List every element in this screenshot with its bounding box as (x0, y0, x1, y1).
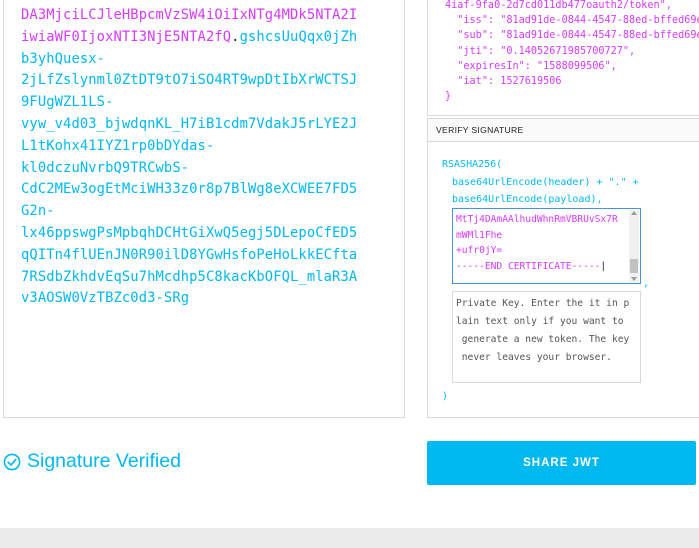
payload-key: "iat" (457, 76, 488, 88)
decoded-payload-json[interactable]: 4iaf-9fa0-2d7cd011db477oauth2/token", "i… (445, 0, 699, 104)
payload-cut-line: 4iaf-9fa0-2d7cd011db477oauth2/token", (445, 0, 672, 11)
cert-line: MtTj4DAmAAlhudWhnRmVBRUvSx7R (456, 214, 618, 225)
scrollbar-thumb[interactable] (630, 259, 638, 273)
encoded-signature-line: 9FUgWZL1LS- (21, 94, 114, 111)
check-circle-icon (3, 453, 21, 471)
verify-signature-title: VERIFY SIGNATURE (436, 125, 524, 135)
encoded-signature-line: 2jLfZslynml0ZtDT9tO7iSO4RT9wpDtIbXrWCTSJ (21, 72, 358, 89)
verify-signature-body: RSASHA256( base64UrlEncode(header) + "."… (427, 142, 699, 418)
encoded-token-panel[interactable]: DA3MjciLCJleHBpcmVzSW4iOiIxNTg4MDk5NTA2I… (3, 0, 405, 418)
encoded-signature-line: gshcsUuQqx0jZh (239, 28, 358, 45)
payload-value: "1588099506", (537, 60, 617, 72)
encoded-payload-line: DA3MjciLCJleHBpcmVzSW4iOiIxNTg4MDk5NTA2I (21, 7, 358, 23)
payload-encode-line: base64UrlEncode(payload), (452, 194, 603, 205)
scroll-down-arrow-icon[interactable] (631, 277, 637, 281)
cert-line: -----END CERTIFICATE----- (456, 260, 601, 272)
encoded-payload-line: iwiaWF0IjoxNTI3NjE5NTA2fQ (21, 28, 232, 45)
payload-key: "iss" (457, 15, 488, 27)
private-key-placeholder: Private Key. Enter the it in p lain text… (456, 298, 630, 363)
argument-comma: , (643, 278, 650, 289)
encoded-token-text[interactable]: DA3MjciLCJleHBpcmVzSW4iOiIxNTg4MDk5NTA2I… (21, 5, 401, 310)
algorithm-line: RSASHA256( (442, 159, 503, 170)
header-encode-line: base64UrlEncode(header) + "." + (452, 177, 639, 188)
payload-key: "sub" (457, 30, 488, 42)
payload-value: "81ad91de-0844-4547-88ed-bffed69e (500, 30, 699, 42)
encoded-signature-line: kl0dczuNvrbQ9TRCwbS- (21, 159, 190, 176)
encoded-signature-line: G2n- (21, 203, 55, 220)
verify-signature-header: VERIFY SIGNATURE (427, 118, 699, 142)
cert-line: mWMl1Fhe (456, 229, 503, 241)
payload-close-brace: } (445, 91, 452, 103)
encoded-signature-line: 7RSdbZkhdvEqSu7hMcdhp5C8kacKbOFQL_mlaR3A (21, 268, 358, 285)
public-key-textarea[interactable]: MtTj4DAmAAlhudWhnRmVBRUvSx7R mWMl1Fhe +u… (452, 208, 641, 284)
share-jwt-button[interactable]: SHARE JWT (427, 441, 696, 485)
jwt-debugger: DA3MjciLCJleHBpcmVzSW4iOiIxNTg4MDk5NTA2I… (0, 0, 699, 548)
payload-value: "81ad91de-0844-4547-88ed-bffed69e (500, 15, 699, 27)
decoded-payload-panel[interactable]: 4iaf-9fa0-2d7cd011db477oauth2/token", "i… (427, 0, 699, 116)
encoded-signature-line: lx46ppswgPsMpbqhDCHtGiXwQ5egj5DLepoCfED5 (21, 224, 358, 241)
close-paren: ) (442, 391, 449, 402)
encoded-signature-line: L1tKohx41IYZ1rp0bDYdas- (21, 137, 215, 154)
scroll-up-arrow-icon[interactable] (631, 211, 637, 215)
page-bottom-strip (0, 528, 699, 548)
encoded-signature-line: v3AOSW0VzTBZc0d3-SRg (21, 290, 190, 307)
payload-key: "expiresIn" (457, 60, 525, 72)
encoded-signature-line: vyw_v4d03_bjwdqnKL_H7iB1cdm7VdakJ5rLYE2J (21, 115, 358, 132)
signature-verified-label: Signature Verified (27, 450, 181, 472)
payload-value: "0.14052671985700727", (500, 45, 636, 57)
public-key-scrollbar[interactable] (629, 210, 639, 282)
encoded-signature-line: CdC2MEw3ogEtMciWH33z0r8p7BlWg8eXCWEE7FD5 (21, 181, 358, 198)
public-key-text[interactable]: MtTj4DAmAAlhudWhnRmVBRUvSx7R mWMl1Fhe +u… (456, 212, 618, 274)
encoded-dot: . (231, 28, 240, 45)
payload-key: "jti" (457, 45, 488, 57)
payload-value: 1527619506 (500, 76, 562, 88)
cert-line: +ufr0jY= (456, 245, 503, 256)
encoded-signature-line: b3yhQuesx- (21, 50, 106, 67)
private-key-textarea[interactable]: Private Key. Enter the it in p lain text… (452, 291, 641, 383)
encoded-signature-line: qQITn4flUEnJN0R90ilD8YGwHsfoPeHoLkkECfta (21, 246, 358, 263)
